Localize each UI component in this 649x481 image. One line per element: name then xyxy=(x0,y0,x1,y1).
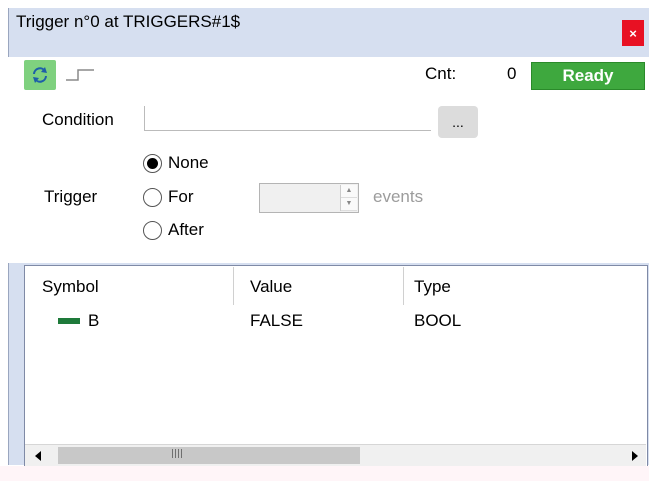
window-title: Trigger n°0 at TRIGGERS#1$ xyxy=(16,12,241,31)
table-row-symbol[interactable]: B xyxy=(88,311,99,331)
radio-after[interactable] xyxy=(143,221,162,240)
radio-after-label: After xyxy=(168,220,204,239)
scroll-right-icon[interactable] xyxy=(632,451,638,461)
trigger-label: Trigger xyxy=(44,187,98,206)
symbol-table xyxy=(24,265,648,467)
browse-condition-button[interactable]: ... xyxy=(438,106,478,138)
symbol-color-icon xyxy=(58,318,80,324)
radio-none[interactable] xyxy=(143,154,162,173)
event-count-stepper[interactable]: ▲ ▼ xyxy=(259,183,359,213)
status-badge: Ready xyxy=(531,62,645,90)
step-signal-icon xyxy=(66,69,94,81)
column-header-value[interactable]: Value xyxy=(250,277,292,297)
cnt-value: 0 xyxy=(507,64,517,83)
close-button[interactable]: × xyxy=(622,20,644,46)
stepper-down-icon[interactable]: ▼ xyxy=(341,198,357,211)
radio-for-label: For xyxy=(168,187,194,206)
column-divider[interactable] xyxy=(403,267,404,305)
scroll-thumb[interactable] xyxy=(58,447,360,464)
column-divider[interactable] xyxy=(233,267,234,305)
horizontal-scrollbar[interactable] xyxy=(25,444,646,466)
refresh-button[interactable] xyxy=(24,60,56,90)
events-label: events xyxy=(373,187,424,206)
cnt-label: Cnt: xyxy=(425,64,457,83)
footer-strip xyxy=(0,466,649,481)
table-row-type[interactable]: BOOL xyxy=(414,311,461,331)
condition-label: Condition xyxy=(42,110,114,129)
scroll-left-icon[interactable] xyxy=(35,451,41,461)
radio-for[interactable] xyxy=(143,188,162,207)
table-row-value[interactable]: FALSE xyxy=(250,311,303,331)
stepper-up-icon[interactable]: ▲ xyxy=(341,185,357,198)
grip-icon xyxy=(172,449,182,458)
radio-none-label: None xyxy=(168,153,209,172)
column-header-type[interactable]: Type xyxy=(414,277,451,297)
condition-input[interactable] xyxy=(144,106,431,131)
column-header-symbol[interactable]: Symbol xyxy=(42,277,99,297)
refresh-icon xyxy=(33,67,47,83)
